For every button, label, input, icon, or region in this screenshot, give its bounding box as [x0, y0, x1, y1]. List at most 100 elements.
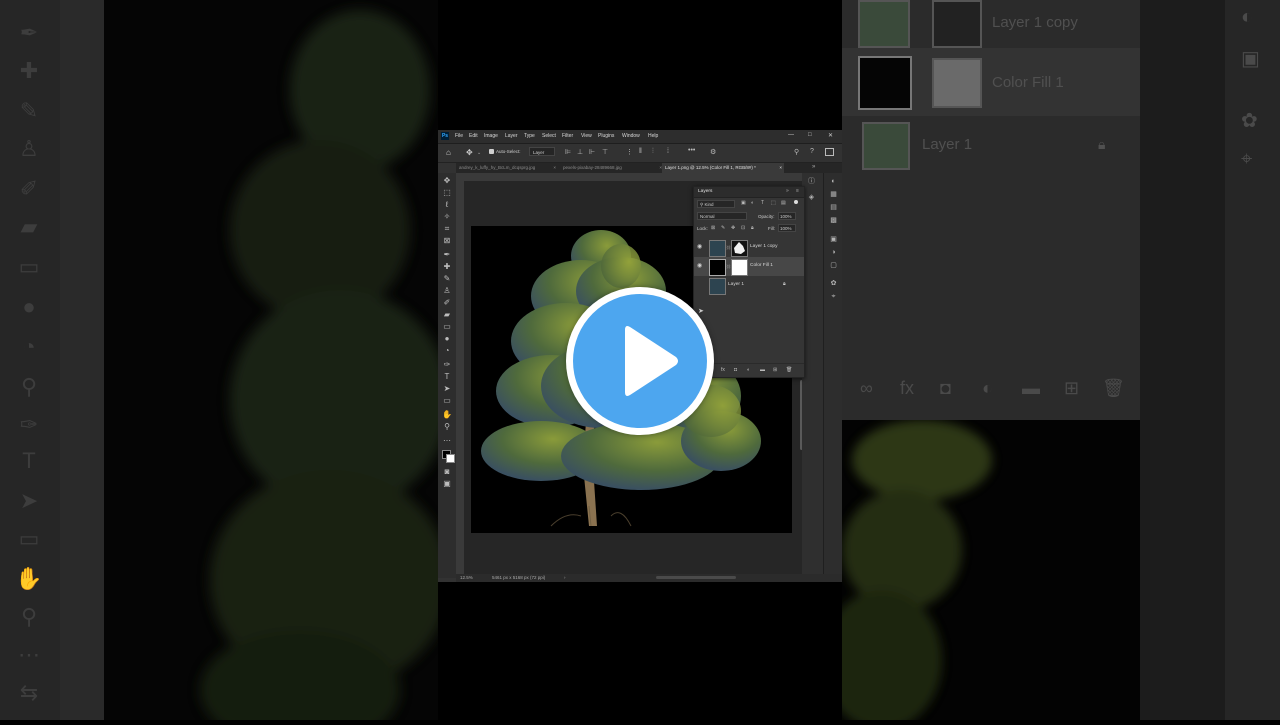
pen-tool-icon[interactable]: ✑ — [442, 360, 452, 370]
distribute-spacing-icon[interactable]: ⁞ — [667, 148, 669, 155]
align-center-icon[interactable]: ⊥ — [577, 148, 583, 156]
paths-icon[interactable]: ⌖ — [829, 292, 838, 301]
menu-type[interactable]: Type — [524, 133, 535, 139]
eraser-tool-icon[interactable]: ▰ — [442, 310, 452, 320]
eyedropper-tool-icon[interactable]: ✒ — [442, 250, 452, 260]
tab-document-1[interactable]: andrey_k_luffy_hy_BcLm_dcqsprg.jpg × — [456, 163, 558, 173]
collapse-icon[interactable]: » — [786, 188, 789, 194]
blend-mode-dropdown[interactable]: Normal — [697, 212, 747, 220]
stamp-tool-icon[interactable]: ♙ — [442, 286, 452, 296]
patterns-icon[interactable]: ▩ — [829, 216, 838, 225]
background-color-swatch[interactable] — [446, 454, 455, 463]
distribute-center-icon[interactable]: ‖ — [639, 148, 642, 155]
rectangle-tool-icon[interactable]: ▭ — [442, 396, 452, 406]
menu-help[interactable]: Help — [648, 133, 658, 139]
filter-shape-icon[interactable]: ⬚ — [771, 200, 776, 206]
menu-image[interactable]: Image — [484, 133, 498, 139]
horizontal-scrollbar[interactable] — [656, 576, 736, 579]
hand-tool-icon[interactable]: ✋ — [442, 410, 452, 420]
layer-mask-thumbnail[interactable] — [731, 259, 748, 276]
tab-close-icon[interactable]: × — [553, 163, 556, 173]
align-right-icon[interactable]: ⊩ — [589, 148, 595, 156]
menu-layer[interactable]: Layer — [505, 133, 518, 139]
layer-row-layer-1-copy[interactable]: ◉ ⛓︎ Layer 1 copy — [694, 238, 804, 257]
add-mask-icon[interactable]: ◘ — [734, 367, 737, 373]
adjustments-icon[interactable]: ◑ — [829, 248, 838, 257]
edit-toolbar-icon[interactable]: ⋯ — [442, 436, 452, 446]
filter-smart-icon[interactable]: ▤ — [781, 200, 786, 206]
screen-mode-icon[interactable]: ▣ — [442, 479, 452, 489]
blur-tool-icon[interactable]: ● — [442, 334, 452, 344]
menu-filter[interactable]: Filter — [562, 133, 573, 139]
history-brush-tool-icon[interactable]: ✐ — [442, 298, 452, 308]
visibility-eye-icon[interactable]: ◉ — [697, 244, 705, 251]
fill-input[interactable]: 100% — [778, 224, 796, 232]
quick-mask-icon[interactable]: ◙ — [442, 467, 452, 477]
layer-row-color-fill-1[interactable]: ◉ ⛓︎ Color Fill 1 — [694, 257, 804, 276]
distribute-right-icon[interactable]: ⫶ — [652, 148, 654, 156]
lock-transparent-icon[interactable]: ⊠ — [711, 225, 715, 231]
lock-pixels-icon[interactable]: ✎ — [721, 225, 725, 231]
path-select-tool-icon[interactable]: ➤ — [442, 384, 452, 394]
settings-gear-icon[interactable]: ⚙ — [710, 148, 716, 156]
new-layer-icon[interactable]: ⊞ — [773, 367, 777, 373]
layer-mask-thumbnail[interactable] — [731, 240, 748, 257]
distribute-icon[interactable]: ⋮ — [626, 148, 633, 156]
frame-tool-icon[interactable]: ⊠ — [442, 236, 452, 246]
crop-tool-icon[interactable]: ⌗ — [442, 224, 452, 234]
move-tool-icon[interactable]: ✥ — [442, 176, 452, 186]
marquee-tool-icon[interactable]: ⬚ — [442, 188, 452, 198]
search-icon[interactable]: ⚲ — [794, 148, 799, 156]
color-panel-icon[interactable]: ◐ — [829, 177, 838, 186]
filter-type-icon[interactable]: T — [761, 200, 764, 206]
tab-document-2[interactable]: pexels-pixabay-28489668.jpg × — [560, 163, 664, 173]
minimize-button[interactable]: — — [788, 132, 794, 138]
workspace-icon[interactable] — [825, 148, 834, 156]
delete-layer-icon[interactable]: 🗑︎ — [786, 367, 792, 373]
lock-artboard-icon[interactable]: ⊡ — [741, 225, 745, 231]
menu-file[interactable]: File — [455, 133, 463, 139]
learn-icon[interactable]: ? — [810, 148, 814, 155]
new-group-icon[interactable]: ▬ — [760, 367, 765, 373]
maximize-button[interactable]: □ — [808, 132, 812, 138]
visibility-eye-icon[interactable]: ◉ — [697, 263, 705, 270]
menu-select[interactable]: Select — [542, 133, 556, 139]
tab-close-icon[interactable]: × — [779, 163, 782, 173]
filter-toggle[interactable] — [794, 200, 798, 204]
status-arrow-icon[interactable]: › — [564, 574, 566, 582]
lock-all-icon[interactable]: 🔒︎ — [751, 225, 754, 231]
properties-icon[interactable]: ▣ — [829, 235, 838, 244]
lasso-tool-icon[interactable]: ℓ — [442, 200, 452, 210]
filter-adjustment-icon[interactable]: ◐ — [751, 200, 754, 206]
zoom-level[interactable]: 12.5% — [460, 574, 473, 582]
tab-document-3[interactable]: Layer 1.png @ 12.5% (Color Fill 1, RGB/8… — [662, 163, 784, 173]
quick-select-tool-icon[interactable]: ✧ — [442, 212, 452, 222]
gradients-icon[interactable]: ▤ — [829, 203, 838, 212]
home-icon[interactable]: ⌂ — [446, 148, 451, 157]
styles-icon[interactable]: ✿ — [829, 279, 838, 288]
layers-panel-icon[interactable]: ◈ — [807, 193, 816, 202]
info-icon[interactable]: ⓘ — [807, 177, 816, 186]
close-window-button[interactable]: ✕ — [828, 132, 833, 139]
move-tool-icon[interactable]: ✥ — [466, 148, 473, 157]
fx-icon[interactable]: fx — [721, 367, 725, 373]
menu-plugins[interactable]: Plugins — [598, 133, 614, 139]
type-tool-icon[interactable]: T — [442, 372, 452, 382]
play-button[interactable] — [566, 287, 714, 435]
lock-position-icon[interactable]: ✥ — [731, 225, 735, 231]
brush-tool-icon[interactable]: ✎ — [442, 274, 452, 284]
menu-view[interactable]: View — [581, 133, 592, 139]
menu-window[interactable]: Window — [622, 133, 640, 139]
zoom-tool-icon[interactable]: ⚲ — [442, 422, 452, 432]
gradient-tool-icon[interactable]: ▭ — [442, 322, 452, 332]
auto-select-dropdown[interactable]: Layer — [529, 147, 555, 156]
panel-menu-icon[interactable]: ≡ — [796, 188, 799, 194]
filter-kind-dropdown[interactable]: ⚲ Kind — [697, 200, 735, 208]
new-adjustment-icon[interactable]: ◐ — [747, 367, 750, 373]
menu-edit[interactable]: Edit — [469, 133, 478, 139]
libraries-icon[interactable]: ▢ — [829, 261, 838, 270]
layer-row-layer-1[interactable]: Layer 1 🔒︎ — [694, 276, 804, 295]
opacity-input[interactable]: 100% — [778, 212, 796, 220]
more-options-icon[interactable]: ••• — [688, 147, 695, 154]
healing-tool-icon[interactable]: ✚ — [442, 262, 452, 272]
